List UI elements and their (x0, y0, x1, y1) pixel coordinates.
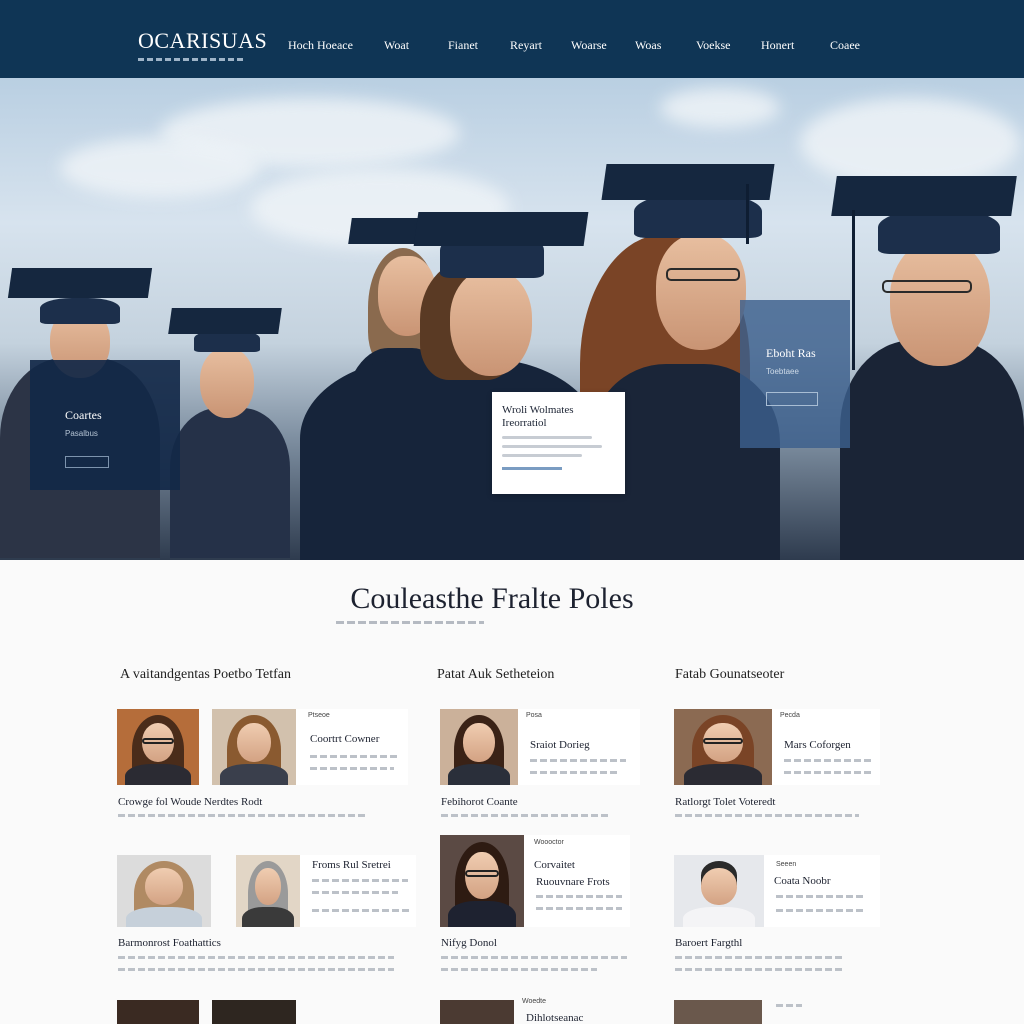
text-placeholder (536, 907, 622, 910)
text-placeholder (675, 956, 843, 959)
card-label: Woooctor (534, 839, 564, 846)
hero-card-right[interactable]: Eboht Ras Toebtaee (740, 300, 850, 448)
profile-photo (440, 709, 518, 785)
text-placeholder (312, 879, 408, 882)
hero-card-left-subtitle: Pasalbus (65, 429, 98, 438)
cloud-shape (60, 138, 260, 198)
text-placeholder (118, 814, 368, 817)
card-label: Ptseoe (308, 712, 330, 719)
profile-card[interactable]: Posa Sraiot Dorieg (440, 709, 640, 785)
section-title: Couleasthe Fralte Poles (350, 582, 634, 615)
nav-item-6[interactable]: Woas (635, 38, 661, 53)
nav-item-2[interactable]: Woat (384, 38, 409, 53)
text-placeholder (536, 895, 622, 898)
card-name: Coata Noobr (774, 875, 831, 887)
profile-card[interactable]: Pecda Mars Coforgen (674, 709, 880, 785)
logo-tagline (138, 58, 246, 61)
text-placeholder (312, 909, 412, 912)
card-label: Pecda (780, 712, 800, 719)
graduate-figure (168, 308, 290, 558)
card-name: Froms Rul Sretrei (312, 859, 391, 871)
text-placeholder (530, 771, 620, 774)
card-name-secondary: Ruouvnare Frots (536, 876, 610, 888)
site-logo[interactable]: OCARISUAS (138, 30, 267, 61)
card-label: Seeen (776, 861, 797, 868)
card-name[interactable]: Dihlotseanac (526, 1012, 583, 1024)
hero-card-center[interactable]: Wroli Wolmates Ireorratiol (492, 392, 625, 494)
text-placeholder (118, 956, 394, 959)
column-title: Patat Auk Setheteion (437, 667, 555, 682)
profile-photo (236, 855, 300, 927)
text-placeholder (118, 968, 394, 971)
text-placeholder (502, 436, 592, 439)
text-placeholder (441, 968, 597, 971)
row-title[interactable]: Barmonrost Foathattics (118, 937, 221, 949)
graduate-figure-main (820, 170, 1024, 560)
text-placeholder (310, 767, 394, 770)
card-name: Mars Coforgen (784, 739, 851, 751)
profile-card[interactable]: Froms Rul Sretrei (236, 855, 416, 927)
section-subtitle (336, 621, 484, 624)
nav-item-4[interactable]: Reyart (510, 38, 542, 53)
hero-card-right-subtitle: Toebtaee (766, 367, 799, 376)
logo-text: OCARISUAS (138, 28, 268, 53)
profile-photo[interactable] (674, 1000, 762, 1024)
text-placeholder (502, 445, 602, 448)
text-placeholder (310, 755, 400, 758)
hero-card-left[interactable]: Coartes Pasalbus (30, 360, 180, 490)
text-placeholder (675, 814, 859, 817)
text-placeholder (530, 759, 626, 762)
hero-banner: Coartes Pasalbus Wroli Wolmates Ireorrat… (0, 78, 1024, 560)
hero-card-right-title: Eboht Ras (766, 346, 816, 360)
nav-item-3[interactable]: Fianet (448, 38, 478, 53)
hero-card-left-button[interactable] (65, 456, 109, 468)
row-title[interactable]: Baroert Fargthl (675, 937, 742, 949)
text-placeholder (784, 759, 874, 762)
nav-item-9[interactable]: Coaee (830, 38, 860, 53)
profile-card[interactable]: Woooctor Corvaitet Ruouvnare Frots (440, 835, 630, 927)
row-title[interactable]: Febihorot Coante (441, 796, 518, 808)
text-placeholder (441, 956, 627, 959)
text-placeholder (776, 895, 866, 898)
column-title: A vaitandgentas Poetbo Tetfan (120, 667, 292, 682)
row-title[interactable]: Crowge fol Woude Nerdtes Rodt (118, 796, 262, 808)
profile-photo (674, 709, 772, 785)
text-placeholder (776, 1004, 802, 1007)
text-placeholder (776, 909, 866, 912)
profile-photo[interactable] (117, 1000, 199, 1024)
profile-photo[interactable] (117, 709, 199, 785)
cloud-shape (660, 88, 780, 128)
profile-photo (674, 855, 764, 927)
profile-card[interactable]: Seeen Coata Noobr (674, 855, 880, 927)
row-title[interactable]: Nifyg Donol (441, 937, 497, 949)
text-placeholder (502, 454, 582, 457)
text-placeholder (441, 814, 611, 817)
card-name: Sraiot Dorieg (530, 739, 590, 751)
row-title[interactable]: Ratlorgt Tolet Voteredt (675, 796, 775, 808)
profile-photo[interactable] (440, 1000, 514, 1024)
hero-card-center-title: Wroli Wolmates (502, 404, 574, 416)
nav-item-8[interactable]: Honert (761, 38, 794, 53)
profile-card[interactable]: Ptseoe Coortrt Cowner (212, 709, 408, 785)
text-placeholder (675, 968, 843, 971)
profile-photo (440, 835, 524, 927)
card-name: Coortrt Cowner (310, 733, 380, 745)
hero-card-left-title: Coartes (65, 408, 102, 422)
card-label: Posa (526, 712, 542, 719)
profile-photo[interactable] (117, 855, 211, 927)
column-title: Fatab Gounatseoter (675, 667, 785, 682)
nav-item-5[interactable]: Woarse (571, 38, 607, 53)
hero-card-progress (502, 467, 562, 470)
text-placeholder (784, 771, 874, 774)
card-name: Corvaitet (534, 859, 575, 871)
nav-item-1[interactable]: Hoch Hoeace (288, 38, 353, 53)
nav-item-7[interactable]: Voekse (696, 38, 730, 53)
card-label: Woedte (522, 998, 546, 1005)
profile-photo[interactable] (212, 1000, 296, 1024)
text-placeholder (312, 891, 398, 894)
profile-photo (212, 709, 296, 785)
hero-card-right-button[interactable] (766, 392, 818, 406)
hero-card-center-subtitle: Ireorratiol (502, 417, 547, 429)
top-navigation-bar: OCARISUAS Hoch Hoeace Woat Fianet Reyart… (0, 0, 1024, 78)
